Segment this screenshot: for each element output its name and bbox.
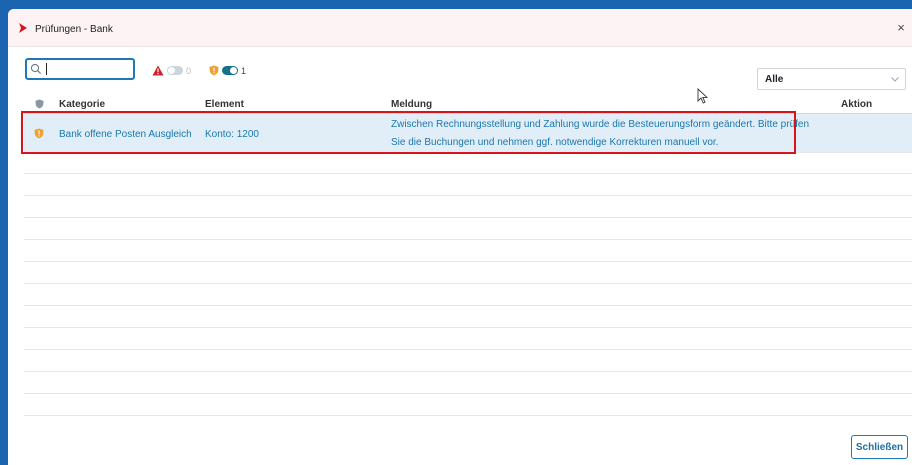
- toolbar: 0 1 Alle: [8, 47, 912, 104]
- table-row[interactable]: Bank offene Posten Ausgleich Konto: 1200…: [24, 114, 912, 152]
- row-message-line-1: Zwischen Rechnungsstellung und Zahlung w…: [391, 119, 810, 130]
- chevron-down-icon: [891, 77, 899, 82]
- row-divider: [24, 393, 912, 394]
- checks-dialog: Prüfungen - Bank × 0 1 Alle Kategorie El…: [8, 9, 912, 465]
- warning-toggle[interactable]: [222, 66, 238, 75]
- row-divider: [24, 239, 912, 240]
- row-category: Bank offene Posten Ausgleich: [59, 129, 192, 140]
- row-divider: [24, 327, 912, 328]
- checks-table: Kategorie Element Meldung Aktion Bank of…: [24, 95, 912, 152]
- text-caret: [46, 63, 47, 75]
- row-divider: [24, 152, 912, 153]
- app-logo-icon: [19, 23, 27, 33]
- warning-icon: [152, 65, 164, 76]
- search-icon: [30, 63, 42, 75]
- title-bar: Prüfungen - Bank ×: [8, 9, 912, 47]
- row-divider: [24, 261, 912, 262]
- row-divider: [24, 217, 912, 218]
- scope-select-value: Alle: [765, 74, 784, 85]
- shield-icon: [209, 65, 219, 76]
- row-divider: [24, 349, 912, 350]
- status-header-shield-icon: [35, 99, 44, 109]
- error-toggle[interactable]: [167, 66, 183, 75]
- column-header-element[interactable]: Element: [205, 99, 244, 110]
- table-header: Kategorie Element Meldung Aktion: [24, 95, 912, 114]
- shield-icon: [34, 128, 44, 139]
- row-element: Konto: 1200: [205, 129, 259, 140]
- close-icon[interactable]: ×: [894, 21, 908, 35]
- search-box[interactable]: [25, 58, 135, 80]
- row-divider: [24, 195, 912, 196]
- column-header-message[interactable]: Meldung: [391, 99, 432, 110]
- row-divider: [24, 283, 912, 284]
- column-header-category[interactable]: Kategorie: [59, 99, 105, 110]
- search-input[interactable]: [49, 61, 129, 77]
- scope-select[interactable]: Alle: [757, 68, 906, 90]
- error-filter[interactable]: 0: [152, 65, 191, 76]
- row-divider: [24, 371, 912, 372]
- close-button[interactable]: Schließen: [851, 435, 908, 459]
- row-divider: [24, 415, 912, 416]
- window-title: Prüfungen - Bank: [35, 24, 113, 35]
- warning-filter[interactable]: 1: [209, 65, 246, 76]
- error-count: 0: [186, 65, 192, 76]
- row-divider: [24, 305, 912, 306]
- row-divider: [24, 173, 912, 174]
- warning-count: 1: [241, 65, 247, 76]
- row-message-line-2: Sie die Buchungen und nehmen ggf. notwen…: [391, 137, 719, 148]
- column-header-action: Aktion: [841, 99, 873, 110]
